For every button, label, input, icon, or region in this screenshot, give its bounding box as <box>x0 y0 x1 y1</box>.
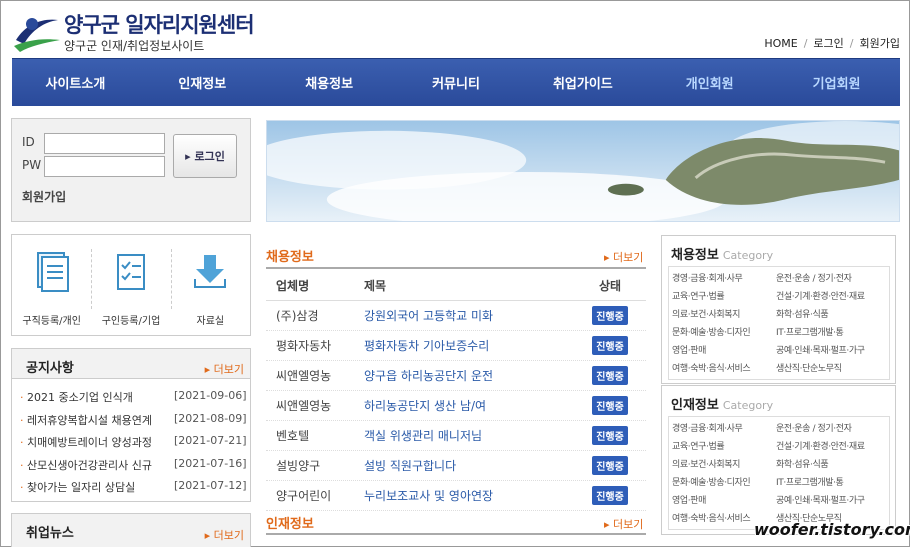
status-badge: 진행중 <box>592 336 628 355</box>
jobs-table-header: 업체명 제목 상태 <box>266 271 646 301</box>
category-link[interactable]: IT·프로그램개발·통 <box>776 324 888 342</box>
category-link[interactable]: 건설·기계·환경·안전·재료 <box>776 438 888 456</box>
login-link[interactable]: 로그인 <box>813 37 843 50</box>
nav-individual-member[interactable]: 개인회원 <box>646 59 773 106</box>
category-link[interactable]: 화학·섬유·식품 <box>776 456 888 474</box>
status-badge: 진행중 <box>592 396 628 415</box>
list-item[interactable]: 산모신생아건강관리사 신규[2021-07-16] <box>20 457 247 480</box>
quick-links: 구직등록/개인 구인등록/기업 자료실 <box>11 234 251 336</box>
id-label: ID <box>22 135 35 149</box>
category-link[interactable]: 공예·인쇄·목재·펄프·가구 <box>776 492 888 510</box>
category-link[interactable]: 경영·금융·회계·사무 <box>672 420 776 438</box>
login-box: ID PW ▸ 로그인 회원가입 <box>11 118 251 222</box>
signup-link[interactable]: 회원가입 <box>22 188 66 205</box>
nav-career-guide[interactable]: 취업가이드 <box>519 59 646 106</box>
talent-divider <box>266 533 646 535</box>
status-badge: 진행중 <box>592 306 628 325</box>
quick-link-label: 구인등록/기업 <box>101 316 161 327</box>
news-more-link[interactable]: ▸ 더보기 <box>205 527 244 543</box>
table-row[interactable]: 설빙양구 설빙 직원구합니다 진행중 <box>266 451 646 481</box>
category-link[interactable]: 의료·보건·사회복지 <box>672 456 776 474</box>
logo-icon[interactable] <box>12 10 62 52</box>
category-link[interactable]: 건설·기계·환경·안전·재료 <box>776 288 888 306</box>
category-link[interactable]: 운전·운송 / 정기·전자 <box>776 420 888 438</box>
table-row[interactable]: 평화자동차 평화자동차 기아보증수리 진행중 <box>266 331 646 361</box>
login-button[interactable]: ▸ 로그인 <box>173 134 237 178</box>
banner-image <box>266 120 900 222</box>
quick-link-label: 자료실 <box>196 316 225 327</box>
category-link[interactable]: 문화·예술·방송·디자인 <box>672 474 776 492</box>
main-nav: 사이트소개 인재정보 채용정보 커뮤니티 취업가이드 개인회원 기업회원 <box>12 58 900 106</box>
jobs-table: 업체명 제목 상태 (주)삼경 강원외국어 고등학교 미화 진행중 평화자동차 평화자동차… <box>266 271 646 511</box>
talent-category-box: 인재정보 Category 경영·금융·회계·사무 운전·운송 / 정기·전자 교… <box>661 385 896 535</box>
checklist-icon <box>116 254 145 290</box>
news-box: 취업뉴스 ▸ 더보기 <box>11 513 251 547</box>
status-badge: 진행중 <box>592 426 628 445</box>
category-link[interactable]: 생산직·단순노무직 <box>776 360 888 378</box>
jobs-title: 채용정보 <box>266 250 314 265</box>
nav-company-member[interactable]: 기업회원 <box>773 59 900 106</box>
talent-title: 인재정보 <box>266 517 314 532</box>
table-row[interactable]: 벤호텔 객실 위생관리 매니저님 진행중 <box>266 421 646 451</box>
nav-community[interactable]: 커뮤니티 <box>393 59 520 106</box>
notice-header: 공지사항 ▸ 더보기 <box>12 349 250 379</box>
table-row[interactable]: 씨앤엘영농 양구읍 하리농공단지 운전 진행중 <box>266 361 646 391</box>
category-link[interactable]: 경영·금융·회계·사무 <box>672 270 776 288</box>
status-badge: 진행중 <box>592 366 628 385</box>
job-category-title: 채용정보 Category <box>671 248 774 263</box>
join-link[interactable]: 회원가입 <box>860 37 900 50</box>
jobs-more-link[interactable]: ▸ 더보기 <box>604 249 643 265</box>
list-item[interactable]: 레저휴양복합시설 채용연계[2021-08-09] <box>20 412 247 435</box>
pw-label: PW <box>22 158 42 172</box>
notice-title: 공지사항 <box>26 361 74 376</box>
talent-category-title: 인재정보 Category <box>671 398 774 413</box>
category-link[interactable]: 여행·숙박·음식·서비스 <box>672 360 776 378</box>
category-link[interactable]: IT·프로그램개발·통 <box>776 474 888 492</box>
nav-talent[interactable]: 인재정보 <box>139 59 266 106</box>
password-input[interactable] <box>44 156 165 177</box>
table-row[interactable]: (주)삼경 강원외국어 고등학교 미화 진행중 <box>266 301 646 331</box>
download-icon <box>194 255 227 288</box>
category-link[interactable]: 문화·예술·방송·디자인 <box>672 324 776 342</box>
notice-box: 공지사항 ▸ 더보기 2021 중소기업 인식개[2021-09-06] 레저휴… <box>11 348 251 502</box>
home-link[interactable]: HOME <box>764 37 797 50</box>
list-item[interactable]: 찾아가는 일자리 상담실[2021-07-12] <box>20 479 247 502</box>
category-link[interactable]: 의료·보건·사회복지 <box>672 306 776 324</box>
quick-link-label: 구직등록/개인 <box>22 316 81 327</box>
talent-more-link[interactable]: ▸ 더보기 <box>604 516 643 532</box>
category-link[interactable]: 영업·판매 <box>672 342 776 360</box>
top-links: HOME / 로그인 / 회원가입 <box>764 37 900 50</box>
nav-site-intro[interactable]: 사이트소개 <box>12 59 139 106</box>
quick-link-archive[interactable]: 자료실 <box>170 235 250 335</box>
watermark-text: woofer.tistory.com <box>754 520 910 539</box>
site-subtitle: 양구군 인재/취업정보사이트 <box>64 39 205 53</box>
notice-more-link[interactable]: ▸ 더보기 <box>205 361 244 377</box>
category-link[interactable]: 화학·섬유·식품 <box>776 306 888 324</box>
category-link[interactable]: 교육·연구·법률 <box>672 438 776 456</box>
id-input[interactable] <box>44 133 165 154</box>
quick-link-job-seeker[interactable]: 구직등록/개인 <box>12 235 91 335</box>
jobs-divider <box>266 267 646 269</box>
category-link[interactable]: 공예·인쇄·목재·펄프·가구 <box>776 342 888 360</box>
news-title: 취업뉴스 <box>26 526 74 541</box>
category-link[interactable]: 운전·운송 / 정기·전자 <box>776 270 888 288</box>
status-badge: 진행중 <box>592 456 628 475</box>
status-badge: 진행중 <box>592 486 628 505</box>
site-title[interactable]: 양구군 일자리지원센터 <box>64 9 255 39</box>
document-icon <box>36 252 69 292</box>
job-category-box: 채용정보 Category 경영·금융·회계·사무 운전·운송 / 정기·전자 교… <box>661 235 896 384</box>
category-link[interactable]: 영업·판매 <box>672 492 776 510</box>
nav-jobs[interactable]: 채용정보 <box>266 59 393 106</box>
notice-list: 2021 중소기업 인식개[2021-09-06] 레저휴양복합시설 채용연계[… <box>20 389 247 502</box>
job-category-list: 경영·금융·회계·사무 운전·운송 / 정기·전자 교육·연구·법률 건설·기계… <box>668 266 890 380</box>
list-item[interactable]: 치매예방트레이너 양성과정[2021-07-21] <box>20 434 247 457</box>
quick-link-employer[interactable]: 구인등록/기업 <box>91 235 170 335</box>
talent-category-list: 경영·금융·회계·사무 운전·운송 / 정기·전자 교육·연구·법률 건설·기계… <box>668 416 890 530</box>
category-link[interactable]: 교육·연구·법률 <box>672 288 776 306</box>
table-row[interactable]: 씨앤엘영농 하리농공단지 생산 남/여 진행중 <box>266 391 646 421</box>
list-item[interactable]: 2021 중소기업 인식개[2021-09-06] <box>20 389 247 412</box>
table-row[interactable]: 양구어린이 누리보조교사 및 영아연장 진행중 <box>266 481 646 511</box>
